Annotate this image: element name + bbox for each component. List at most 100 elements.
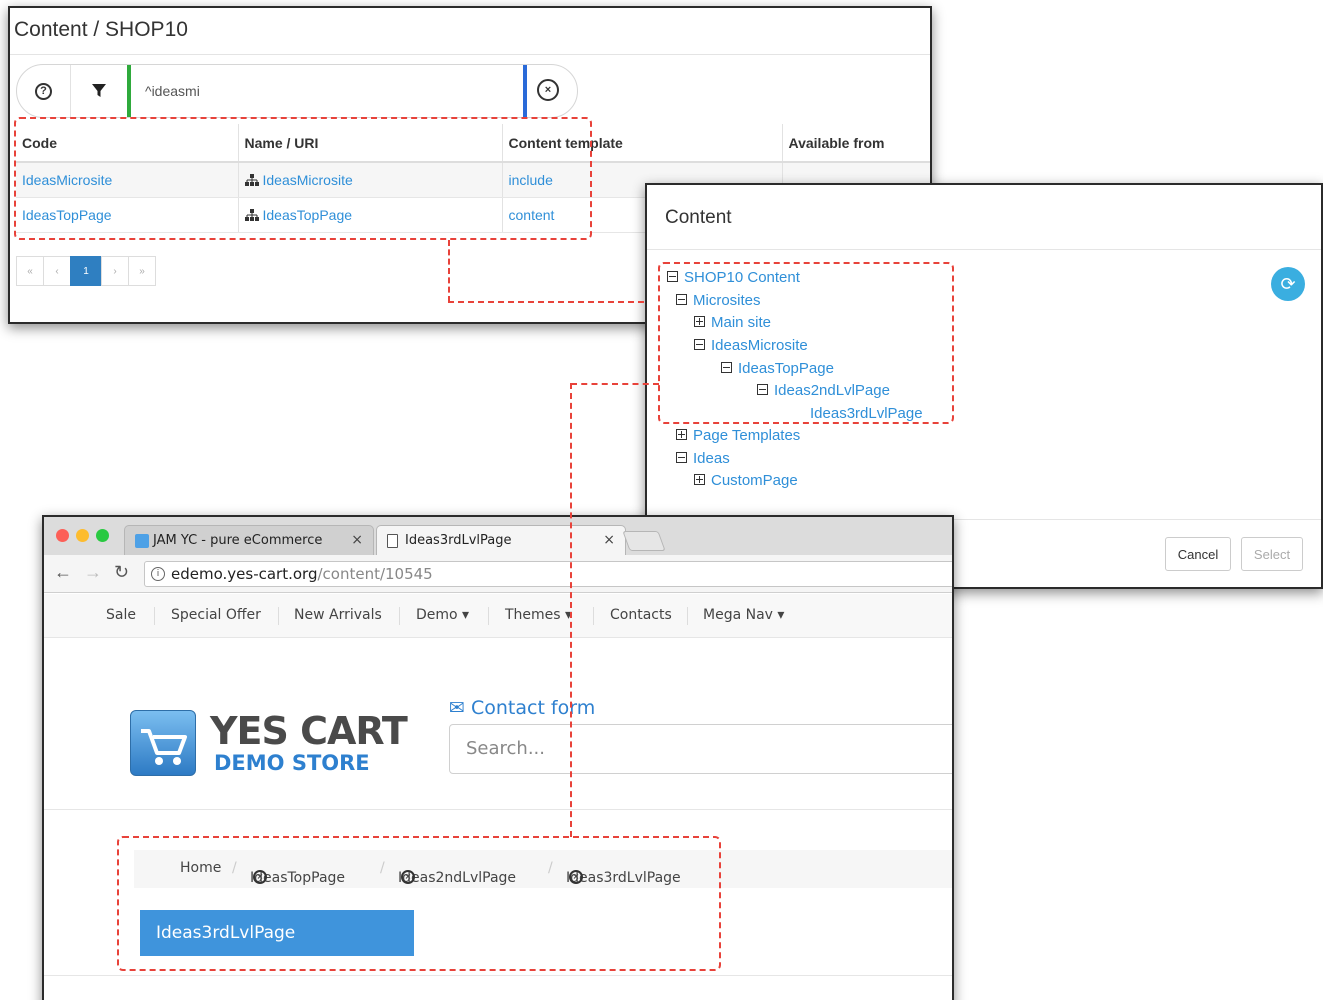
tree-node[interactable]: CustomPage <box>694 472 798 489</box>
url-input[interactable]: i edemo.yes-cart.org/content/10545 <box>144 561 952 587</box>
help-button[interactable]: ? <box>17 65 71 117</box>
collapse-icon[interactable] <box>757 384 768 395</box>
reload-icon[interactable]: ↻ <box>114 562 129 583</box>
remove-icon[interactable]: × <box>253 870 267 884</box>
nav-item-themes[interactable]: Themes ▾ <box>505 607 572 623</box>
tree-node[interactable]: Ideas2ndLvlPage <box>757 382 890 399</box>
expand-icon[interactable] <box>694 316 705 327</box>
page-title: Content / SHOP10 <box>14 18 188 41</box>
nav-item-sale[interactable]: Sale <box>106 607 136 623</box>
tree-node[interactable]: IdeasTopPage <box>721 360 834 377</box>
tree-node-label[interactable]: Microsites <box>693 292 761 309</box>
name-link[interactable]: IdeasMicrosite <box>263 172 353 188</box>
refresh-button[interactable]: ⟳ <box>1271 267 1305 301</box>
sitemap-icon <box>244 173 259 186</box>
template-link[interactable]: content <box>509 207 555 223</box>
info-icon[interactable]: i <box>151 567 165 581</box>
tree-node[interactable]: SHOP10 Content <box>667 269 800 286</box>
minimize-window-button[interactable] <box>76 529 89 542</box>
logo-title: YES CART <box>210 709 408 753</box>
code-link[interactable]: IdeasTopPage <box>22 207 112 223</box>
nav-item-special-offer[interactable]: Special Offer <box>171 607 261 623</box>
tab-bar: JAM YC - pure eCommerce × Ideas3rdLvlPag… <box>44 517 952 555</box>
search-input[interactable]: Search... <box>449 724 952 774</box>
help-icon: ? <box>35 82 52 100</box>
tree-node-label[interactable]: SHOP10 Content <box>684 269 800 286</box>
collapse-icon[interactable] <box>721 362 732 373</box>
pagination: « ‹ 1 › » <box>16 256 156 286</box>
breadcrumb-separator: / <box>548 860 553 876</box>
tree-node-label[interactable]: Main site <box>711 314 771 331</box>
store-logo[interactable] <box>130 710 196 776</box>
maximize-window-button[interactable] <box>96 529 109 542</box>
remove-icon[interactable]: × <box>401 870 415 884</box>
back-icon[interactable]: ← <box>54 562 72 583</box>
nav-item-contacts[interactable]: Contacts <box>610 607 672 623</box>
collapse-icon[interactable] <box>694 339 705 350</box>
breadcrumb: Home / IdeasTopPage × / Ideas2ndLvlPage × … <box>134 850 952 888</box>
clear-filter-button[interactable]: × <box>537 79 559 101</box>
close-window-button[interactable] <box>56 529 69 542</box>
tree-node[interactable]: IdeasMicrosite <box>694 337 808 354</box>
tree-node[interactable]: Ideas <box>676 450 730 467</box>
select-button[interactable]: Select <box>1241 537 1303 571</box>
tree-node-label[interactable]: IdeasTopPage <box>738 360 834 377</box>
code-link[interactable]: IdeasMicrosite <box>22 172 112 188</box>
tree-node-label[interactable]: IdeasMicrosite <box>711 337 808 354</box>
envelope-icon: ✉ <box>449 697 471 719</box>
nav-item-demo[interactable]: Demo ▾ <box>416 607 469 623</box>
tree-node[interactable]: Page Templates <box>676 427 800 444</box>
column-header[interactable]: Code <box>16 124 239 163</box>
breadcrumb-home[interactable]: Home <box>180 860 221 876</box>
first-page-button[interactable]: « <box>16 256 44 286</box>
tree-node-label[interactable]: Page Templates <box>693 427 800 444</box>
tab-title: JAM YC - pure eCommerce <box>153 533 323 548</box>
browser-tab-active[interactable]: Ideas3rdLvlPage × <box>376 525 626 555</box>
remove-icon[interactable]: × <box>569 870 583 884</box>
tree-node[interactable]: Microsites <box>676 292 761 309</box>
expand-icon[interactable] <box>694 474 705 485</box>
nav-item-mega-nav[interactable]: Mega Nav ▾ <box>703 607 784 623</box>
sitemap-icon <box>244 208 259 221</box>
next-page-button[interactable]: › <box>101 256 129 286</box>
breadcrumb-separator: / <box>380 860 385 876</box>
divider <box>647 249 1321 250</box>
column-header[interactable]: Name / URI <box>238 124 503 163</box>
name-link[interactable]: IdeasTopPage <box>263 207 353 223</box>
tree-node[interactable]: Ideas3rdLvlPage <box>810 405 923 422</box>
column-header[interactable]: Content template <box>502 124 783 163</box>
filter-input[interactable]: ^ideasmi <box>127 65 527 117</box>
url-path: /content/10545 <box>317 565 433 583</box>
last-page-button[interactable]: » <box>128 256 156 286</box>
nav-separator <box>399 607 400 625</box>
forward-icon[interactable]: → <box>84 562 102 583</box>
column-header[interactable]: Available from <box>782 124 930 163</box>
tree-node-label[interactable]: Ideas <box>693 450 730 467</box>
new-tab-button[interactable] <box>622 531 666 551</box>
template-link[interactable]: include <box>509 172 553 188</box>
refresh-icon: ⟳ <box>1280 273 1296 294</box>
browser-tab[interactable]: JAM YC - pure eCommerce × <box>124 525 374 555</box>
collapse-icon[interactable] <box>676 452 687 463</box>
annotation-connector <box>571 383 659 385</box>
page-1-button[interactable]: 1 <box>70 256 102 286</box>
tree-node-label[interactable]: Ideas3rdLvlPage <box>810 405 923 422</box>
close-icon: × <box>544 84 552 96</box>
tree-node-label[interactable]: Ideas2ndLvlPage <box>774 382 890 399</box>
prev-page-button[interactable]: ‹ <box>43 256 71 286</box>
tree-node[interactable]: Main site <box>694 314 771 331</box>
close-tab-icon[interactable]: × <box>351 532 363 548</box>
url-host: edemo.yes-cart.org <box>171 565 318 583</box>
logo-subtitle: DEMO STORE <box>214 751 370 775</box>
filter-button[interactable] <box>71 65 127 117</box>
cancel-button[interactable]: Cancel <box>1165 537 1231 571</box>
collapse-icon[interactable] <box>667 271 678 282</box>
expand-icon[interactable] <box>676 429 687 440</box>
current-page-button[interactable]: Ideas3rdLvlPage <box>140 910 414 956</box>
close-tab-icon[interactable]: × <box>603 532 615 548</box>
collapse-icon[interactable] <box>676 294 687 305</box>
tree-node-label[interactable]: CustomPage <box>711 472 798 489</box>
contact-form-link[interactable]: ✉ Contact form <box>449 697 595 719</box>
browser-window: JAM YC - pure eCommerce × Ideas3rdLvlPag… <box>42 515 954 1000</box>
nav-item-new-arrivals[interactable]: New Arrivals <box>294 607 382 623</box>
